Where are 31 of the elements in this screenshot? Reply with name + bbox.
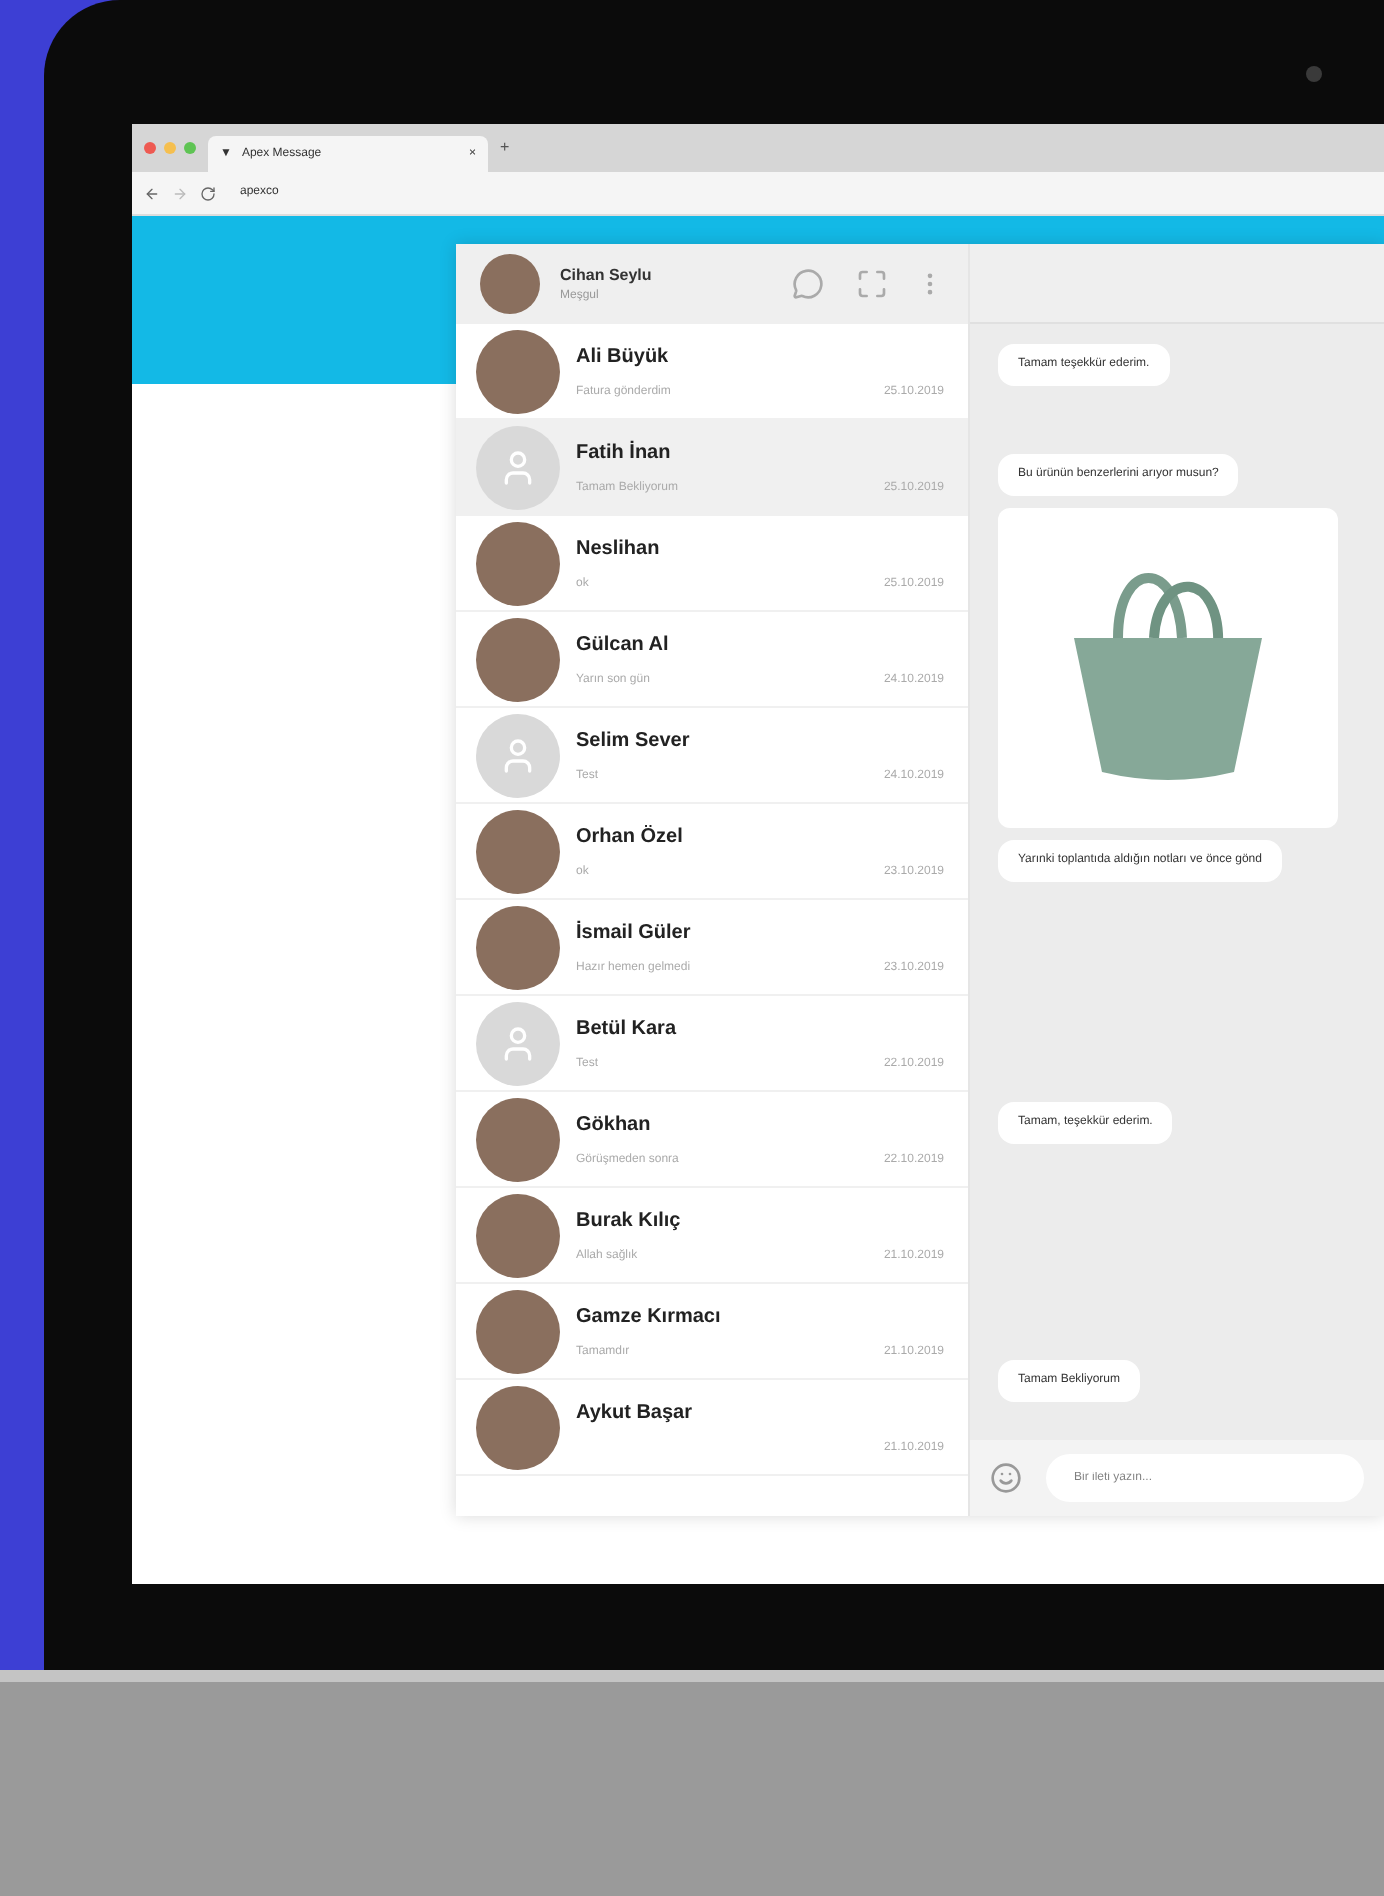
contact-name: Selim Sever: [576, 727, 692, 755]
avatar-photo-placeholder: [476, 1385, 560, 1469]
contact-name: Gülcan Al: [576, 631, 671, 659]
contact-name: Gamze Kırmacı: [576, 1303, 723, 1331]
avatar-photo-placeholder: [476, 1193, 560, 1277]
avatar-photo-placeholder: [476, 521, 560, 605]
new-tab-button[interactable]: +: [500, 136, 510, 160]
contact-name: İsmail Güler: [576, 918, 693, 947]
contact-name: Burak Kılıç: [576, 1207, 683, 1235]
contact-name: Neslihan: [576, 535, 662, 563]
avatar-photo-placeholder: [476, 1097, 560, 1181]
emoji-icon[interactable]: [990, 1462, 1022, 1494]
avatar-photo-placeholder: [480, 254, 540, 314]
contact-name: Orhan Özel: [576, 823, 685, 851]
contact-name: Betül Kara: [576, 1015, 679, 1043]
expand-icon[interactable]: [856, 268, 888, 300]
avatar-photo-placeholder: [476, 617, 560, 701]
back-icon[interactable]: [144, 185, 160, 201]
chat-icon[interactable]: [792, 268, 824, 300]
profile-name: Cihan Seylu: [560, 263, 654, 287]
reload-icon[interactable]: [200, 185, 216, 201]
contact-name: Ali Büyük: [576, 343, 671, 371]
forward-icon[interactable]: [172, 185, 188, 201]
contact-name: Fatih İnan: [576, 438, 673, 467]
avatar-photo-placeholder: [476, 809, 560, 893]
contact-name: Aykut Başar: [576, 1399, 694, 1427]
contact-name: Gökhan: [576, 1111, 653, 1139]
camera-icon: [1306, 66, 1322, 82]
avatar-photo-placeholder: [476, 329, 560, 413]
avatar-photo-placeholder: [476, 905, 560, 989]
avatar-photo-placeholder: [476, 1289, 560, 1373]
